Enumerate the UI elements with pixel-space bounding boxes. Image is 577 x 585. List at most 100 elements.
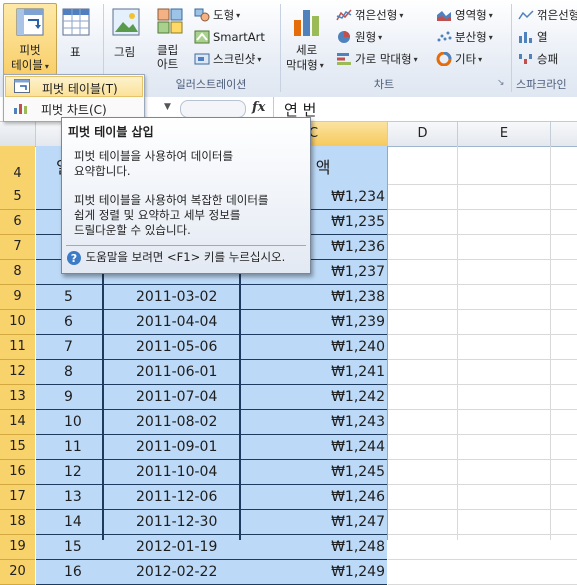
cell-amount[interactable]: ₩1,240	[331, 335, 385, 360]
table-row: 9 2011-07-04 ₩1,242	[36, 385, 387, 410]
cell-number[interactable]: 9	[64, 385, 73, 410]
table-row: 12 2011-10-04 ₩1,245	[36, 460, 387, 485]
other-chart-button[interactable]: 기타 ▾	[436, 51, 482, 67]
row-header-15[interactable]: 15	[0, 435, 35, 460]
column-label-1[interactable]: 세로	[296, 42, 317, 58]
cell-amount[interactable]: ₩1,247	[331, 510, 385, 535]
cell-amount[interactable]: ₩1,245	[331, 460, 385, 485]
row-header-11[interactable]: 11	[0, 335, 35, 360]
namebox-dropdown-icon[interactable]: ▼	[164, 102, 171, 112]
cell-amount[interactable]: ₩1,249	[331, 560, 385, 585]
cell-date[interactable]: 2011-06-01	[136, 360, 217, 385]
smartart-icon	[194, 30, 210, 43]
fx-icon[interactable]: fx	[252, 100, 265, 115]
sparkline-winloss-button[interactable]: 승패	[518, 51, 558, 67]
cell-date[interactable]: 2011-08-02	[136, 410, 217, 435]
row-header-9[interactable]: 9	[0, 285, 35, 310]
cell-amount[interactable]: ₩1,239	[331, 310, 385, 335]
area-chart-icon	[437, 11, 451, 21]
cell-amount[interactable]: ₩1,242	[331, 385, 385, 410]
cell-number[interactable]: 7	[64, 335, 73, 360]
cell-number[interactable]: 5	[64, 285, 73, 310]
tooltip-para2-line2: 쉽게 정렬 및 요약하고 세부 정보를	[74, 208, 241, 222]
row-header-12[interactable]: 12	[0, 360, 35, 385]
bar-chart-button[interactable]: 가로 막대형 ▾	[336, 51, 418, 67]
menu-item-pivot-table[interactable]: 피벗 테이블(T)	[5, 76, 143, 97]
cell-amount[interactable]: ₩1,241	[331, 360, 385, 385]
cell-amount[interactable]: ₩1,244	[331, 435, 385, 460]
table-label[interactable]: 표	[70, 44, 81, 60]
row-header-6[interactable]: 6	[0, 210, 35, 235]
cell-amount[interactable]: ₩1,248	[331, 535, 385, 560]
pivot-label-1: 피벗	[19, 43, 41, 57]
row-header-5[interactable]: 5	[0, 185, 35, 210]
cell-number[interactable]: 12	[64, 460, 82, 485]
cell-amount[interactable]: ₩1,246	[331, 485, 385, 510]
row-header-20[interactable]: 20	[0, 560, 35, 585]
row-header-14[interactable]: 14	[0, 410, 35, 435]
row-header-10[interactable]: 10	[0, 310, 35, 335]
cell-date[interactable]: 2011-04-04	[136, 310, 217, 335]
cell-number[interactable]: 8	[64, 360, 73, 385]
picture-icon[interactable]	[112, 8, 140, 36]
area-chart-button[interactable]: 영역형 ▾	[436, 7, 493, 23]
screenshot-button[interactable]: 스크린샷 ▾	[194, 51, 261, 67]
picture-label[interactable]: 그림	[114, 44, 135, 60]
sparkline-column-button[interactable]: 열	[518, 29, 548, 45]
cell-date[interactable]: 2011-03-02	[136, 285, 217, 310]
cell-date[interactable]: 2011-12-06	[136, 485, 217, 510]
cell-number[interactable]: 16	[64, 560, 82, 585]
row-header-8[interactable]: 8	[0, 260, 35, 285]
row-header-13[interactable]: 13	[0, 385, 35, 410]
cell-number[interactable]: 6	[64, 310, 73, 335]
cell-date[interactable]: 2011-12-30	[136, 510, 217, 535]
row-header-18[interactable]: 18	[0, 510, 35, 535]
column-label-2[interactable]: 막대형 ▾	[286, 57, 324, 73]
line-chart-icon	[336, 9, 352, 21]
tooltip-para2-line3: 드릴다운할 수 있습니다.	[74, 223, 191, 237]
cell-date[interactable]: 2012-01-19	[136, 535, 217, 560]
line-chart-button[interactable]: 꺾은선형 ▾	[336, 7, 403, 23]
cell-amount[interactable]: ₩1,243	[331, 410, 385, 435]
row-header-16[interactable]: 16	[0, 460, 35, 485]
charts-dialog-launcher-icon[interactable]: ↘	[497, 78, 505, 88]
cell-amount[interactable]: ₩1,238	[331, 285, 385, 310]
cell-number[interactable]: 13	[64, 485, 82, 510]
shapes-button[interactable]: 도형 ▾	[194, 7, 240, 23]
table-row: 7 2011-05-06 ₩1,240	[36, 335, 387, 360]
cell-date[interactable]: 2011-07-04	[136, 385, 217, 410]
column-chart-icon[interactable]	[292, 6, 322, 38]
column-header-d[interactable]: D	[388, 122, 458, 146]
cell-number[interactable]: 10	[64, 410, 82, 435]
cell-date[interactable]: 2011-09-01	[136, 435, 217, 460]
cell-date[interactable]: 2011-10-04	[136, 460, 217, 485]
column-header-e[interactable]: E	[458, 122, 551, 146]
pie-chart-button[interactable]: 원형 ▾	[336, 29, 382, 45]
table-row: 5 2011-03-02 ₩1,238	[36, 285, 387, 310]
row-header-7[interactable]: 7	[0, 235, 35, 260]
select-all-corner[interactable]	[0, 122, 36, 146]
cell-number[interactable]: 11	[64, 435, 82, 460]
formula-bar-expander[interactable]	[180, 100, 246, 118]
cell-date[interactable]: 2012-02-22	[136, 560, 217, 585]
cell-amount[interactable]: ₩1,237	[331, 260, 385, 285]
smartart-button[interactable]: SmartArt	[194, 29, 265, 44]
menu-item-pivot-chart[interactable]: 피벗 차트(C)	[5, 98, 143, 119]
cell-number[interactable]: 15	[64, 535, 82, 560]
cell-number[interactable]: 14	[64, 510, 82, 535]
cell-date[interactable]: 2011-05-06	[136, 335, 217, 360]
clipart-icon[interactable]	[157, 8, 183, 34]
pivot-table-button[interactable]: 피벗 테이블 ▾	[3, 3, 57, 75]
cell-amount[interactable]: ₩1,235	[331, 210, 385, 235]
table-icon[interactable]	[62, 8, 90, 36]
row-header-17[interactable]: 17	[0, 485, 35, 510]
sparkline-line-button[interactable]: 꺾은선형	[518, 7, 577, 23]
sparklines-group-label: 스파크라인	[516, 78, 567, 91]
row-header-19[interactable]: 19	[0, 535, 35, 560]
cell-amount[interactable]: ₩1,234	[331, 185, 385, 210]
clipart-label-2[interactable]: 아트	[157, 56, 178, 72]
cell-amount[interactable]: ₩1,236	[331, 235, 385, 260]
tooltip-para1-line1: 피벗 테이블을 사용하여 데이터를	[74, 149, 234, 163]
scatter-chart-button[interactable]: 분산형 ▾	[436, 29, 493, 45]
row-header-4[interactable]: 4	[0, 146, 35, 186]
